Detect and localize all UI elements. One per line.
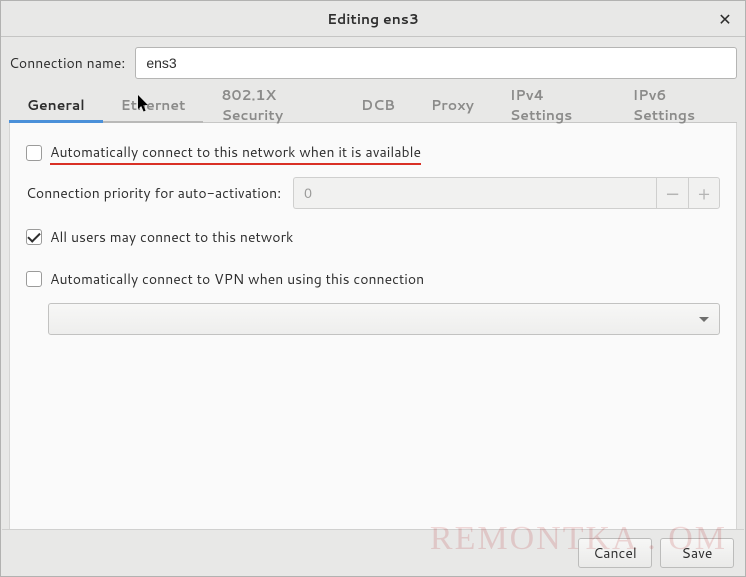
all-users-label[interactable]: All users may connect to this network (50, 227, 293, 247)
tab-label: IPv6 Settings (633, 85, 719, 125)
cancel-button-label: Cancel (593, 543, 637, 563)
connection-name-label: Connection name: (9, 53, 125, 73)
priority-decrement-button: − (656, 177, 688, 209)
tab-ipv4-settings[interactable]: IPv4 Settings (492, 89, 615, 123)
dialog-frame: Editing ens3 ✕ Connection name: General … (0, 0, 746, 577)
auto-vpn-label[interactable]: Automatically connect to VPN when using … (50, 269, 424, 289)
close-button[interactable]: ✕ (711, 5, 739, 33)
auto-vpn-checkbox[interactable] (26, 271, 42, 287)
close-icon: ✕ (718, 8, 731, 31)
tab-label: Proxy (431, 95, 474, 115)
chevron-down-icon (699, 317, 709, 322)
all-users-checkbox[interactable] (26, 229, 42, 245)
save-button[interactable]: Save (660, 538, 734, 568)
tab-general[interactable]: General (9, 89, 103, 123)
auto-connect-checkbox[interactable] (26, 145, 42, 161)
auto-connect-row: Automatically connect to this network wh… (26, 139, 720, 167)
vpn-combo-row (26, 303, 720, 335)
priority-label: Connection priority for auto-activation: (26, 183, 281, 203)
tab-label: 802.1X Security (221, 85, 325, 125)
tab-proxy[interactable]: Proxy (413, 89, 492, 123)
vpn-combo[interactable] (48, 303, 720, 335)
tab-label: General (27, 95, 85, 115)
auto-connect-label[interactable]: Automatically connect to this network wh… (50, 142, 421, 165)
tab-bar: General Ethernet 802.1X Security DCB Pro… (9, 89, 737, 123)
cancel-button[interactable]: Cancel (578, 538, 652, 568)
notebook: General Ethernet 802.1X Security DCB Pro… (9, 89, 737, 531)
priority-input (293, 177, 656, 209)
priority-spinbutton: − + (293, 177, 720, 209)
auto-vpn-row: Automatically connect to VPN when using … (26, 265, 720, 293)
action-bar: Cancel Save (2, 529, 744, 575)
window-title: Editing ens3 (327, 9, 419, 29)
connection-name-row: Connection name: (1, 37, 745, 89)
save-button-label: Save (682, 543, 713, 563)
tab-8021x-security[interactable]: 802.1X Security (203, 89, 343, 123)
tab-ethernet[interactable]: Ethernet (103, 89, 204, 123)
connection-name-input[interactable] (135, 47, 737, 79)
tab-label: Ethernet (121, 95, 186, 115)
priority-row: Connection priority for auto-activation:… (26, 177, 720, 209)
tab-ipv6-settings[interactable]: IPv6 Settings (615, 89, 737, 123)
general-page: Automatically connect to this network wh… (9, 123, 737, 531)
tab-dcb[interactable]: DCB (343, 89, 413, 123)
tab-label: IPv4 Settings (510, 85, 597, 125)
priority-increment-button: + (688, 177, 720, 209)
all-users-row: All users may connect to this network (26, 223, 720, 251)
tab-label: DCB (361, 95, 395, 115)
titlebar: Editing ens3 ✕ (1, 1, 745, 37)
